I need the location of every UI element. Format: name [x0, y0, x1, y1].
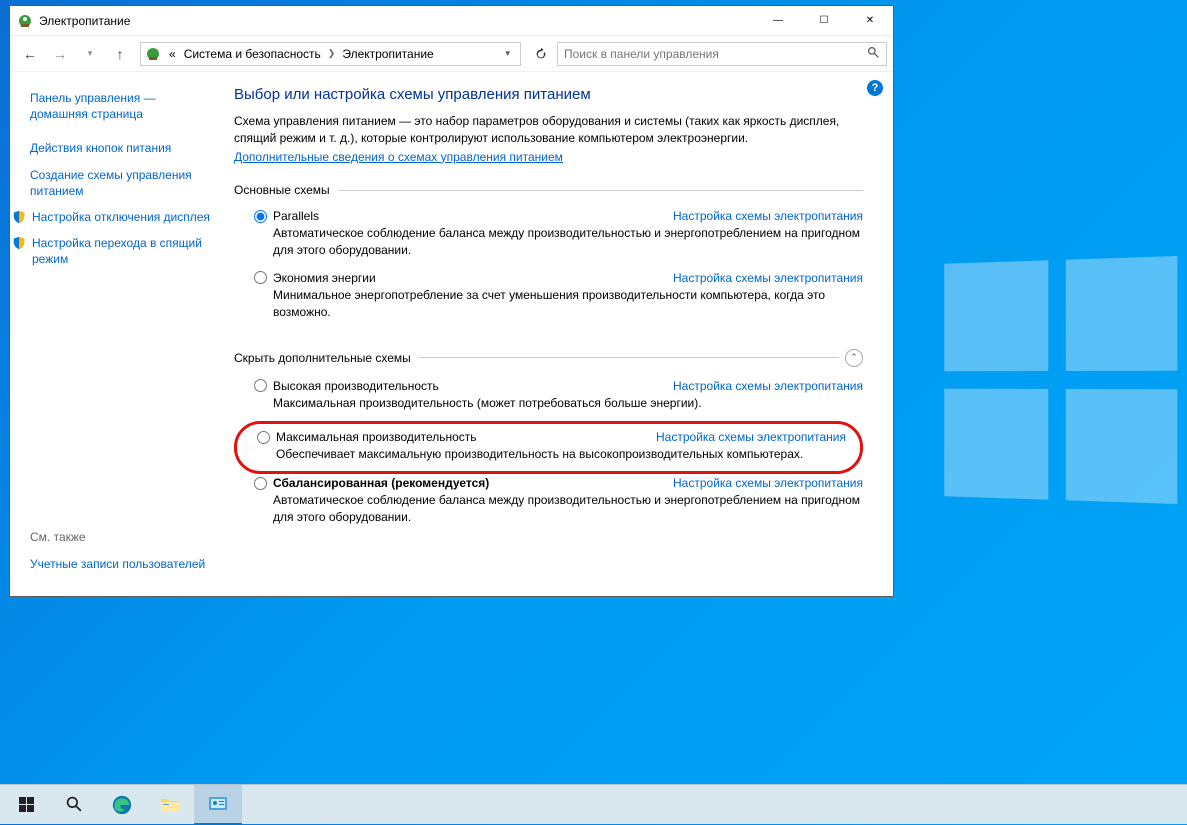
plan-name[interactable]: Parallels	[273, 209, 319, 223]
collapse-toggle[interactable]: ⌃	[845, 349, 863, 367]
power-plan: Экономия энергии Настройка схемы электро…	[234, 269, 863, 331]
sidebar: Панель управления — домашняя страница Де…	[10, 72, 228, 596]
change-plan-settings-link[interactable]: Настройка схемы электропитания	[673, 476, 863, 490]
plan-radio[interactable]	[254, 271, 267, 284]
plan-description: Автоматическое соблюдение баланса между …	[254, 225, 863, 259]
breadcrumb-segment[interactable]: Электропитание	[338, 47, 437, 61]
sidebar-link[interactable]: Настройка отключения дисплея	[32, 209, 210, 225]
window-title: Электропитание	[39, 14, 130, 28]
refresh-button[interactable]	[527, 42, 555, 66]
change-plan-settings-link[interactable]: Настройка схемы электропитания	[656, 430, 846, 444]
forward-button: →	[46, 40, 74, 68]
page-title: Выбор или настройка схемы управления пит…	[234, 86, 863, 103]
shield-icon	[12, 236, 26, 250]
close-button[interactable]: ✕	[847, 6, 893, 36]
desktop-windows-logo	[944, 256, 1177, 504]
help-icon[interactable]: ?	[867, 80, 883, 96]
breadcrumb[interactable]: « Система и безопасность ❯ Электропитани…	[140, 42, 521, 66]
plan-name[interactable]: Экономия энергии	[273, 271, 376, 285]
maximize-button[interactable]: ☐	[801, 6, 847, 36]
chevron-right-icon: ❯	[325, 48, 339, 59]
windows-icon	[19, 797, 34, 812]
edge-icon	[111, 794, 133, 816]
plan-description: Автоматическое соблюдение баланса между …	[254, 492, 863, 526]
breadcrumb-segment[interactable]: Система и безопасность	[180, 47, 325, 61]
navigation-bar: ← → ▾ ↑ « Система и безопасность ❯ Элект…	[10, 36, 893, 72]
user-accounts-link[interactable]: Учетные записи пользователей	[30, 556, 214, 572]
plan-name[interactable]: Максимальная производительность	[276, 430, 477, 444]
power-plan-highlighted: Максимальная производительность Настройк…	[234, 421, 863, 474]
up-button[interactable]: ↑	[106, 40, 134, 68]
content-pane: ? Выбор или настройка схемы управления п…	[228, 72, 893, 596]
search-icon[interactable]	[867, 46, 880, 62]
section-header-extra[interactable]: Скрыть дополнительные схемы ⌃	[234, 349, 863, 367]
control-panel-home-link[interactable]: Панель управления — домашняя страница	[30, 90, 214, 122]
search-input[interactable]	[564, 47, 867, 61]
taskbar[interactable]	[0, 784, 1187, 824]
refresh-icon	[534, 47, 548, 61]
plan-radio[interactable]	[254, 379, 267, 392]
plan-radio[interactable]	[254, 477, 267, 490]
plan-name[interactable]: Сбалансированная (рекомендуется)	[273, 476, 489, 490]
change-plan-settings-link[interactable]: Настройка схемы электропитания	[673, 379, 863, 393]
sidebar-link[interactable]: Действия кнопок питания	[30, 140, 214, 156]
learn-more-link[interactable]: Дополнительные сведения о схемах управле…	[234, 150, 563, 164]
power-plan: Высокая производительность Настройка схе…	[234, 377, 863, 422]
chevron-down-icon[interactable]: ▾	[499, 48, 516, 59]
taskbar-edge[interactable]	[98, 785, 146, 825]
sidebar-link[interactable]: Создание схемы управления питанием	[30, 167, 214, 199]
taskbar-explorer[interactable]	[146, 785, 194, 825]
back-button[interactable]: ←	[16, 40, 44, 68]
control-panel-icon	[208, 795, 228, 813]
intro-text: Схема управления питанием — это набор па…	[234, 113, 863, 147]
section-header-main: Основные схемы	[234, 183, 863, 197]
shield-icon	[12, 210, 26, 224]
titlebar: Электропитание — ☐ ✕	[10, 6, 893, 36]
power-options-icon	[145, 46, 161, 62]
plan-radio[interactable]	[254, 210, 267, 223]
control-panel-window: Электропитание — ☐ ✕ ← → ▾ ↑ « Система и…	[9, 5, 894, 597]
power-plan: Parallels Настройка схемы электропитания…	[234, 207, 863, 269]
power-plan: Сбалансированная (рекомендуется) Настрой…	[234, 474, 863, 536]
taskbar-search[interactable]	[50, 785, 98, 825]
plan-description: Минимальное энергопотребление за счет ум…	[254, 287, 863, 321]
change-plan-settings-link[interactable]: Настройка схемы электропитания	[673, 271, 863, 285]
taskbar-control-panel[interactable]	[194, 785, 242, 825]
folder-icon	[160, 796, 180, 814]
breadcrumb-prefix: «	[165, 47, 180, 61]
plan-description: Обеспечивает максимальную производительн…	[257, 446, 846, 463]
plan-description: Максимальная производительность (может п…	[254, 395, 863, 412]
start-button[interactable]	[2, 785, 50, 825]
minimize-button[interactable]: —	[755, 6, 801, 36]
change-plan-settings-link[interactable]: Настройка схемы электропитания	[673, 209, 863, 223]
search-icon	[66, 796, 83, 813]
search-box[interactable]	[557, 42, 887, 66]
see-also-header: См. также	[30, 530, 214, 544]
power-options-icon	[17, 13, 33, 29]
plan-name[interactable]: Высокая производительность	[273, 379, 439, 393]
plan-radio[interactable]	[257, 431, 270, 444]
recent-dropdown[interactable]: ▾	[76, 40, 104, 68]
sidebar-link[interactable]: Настройка перехода в спящий режим	[32, 235, 214, 267]
